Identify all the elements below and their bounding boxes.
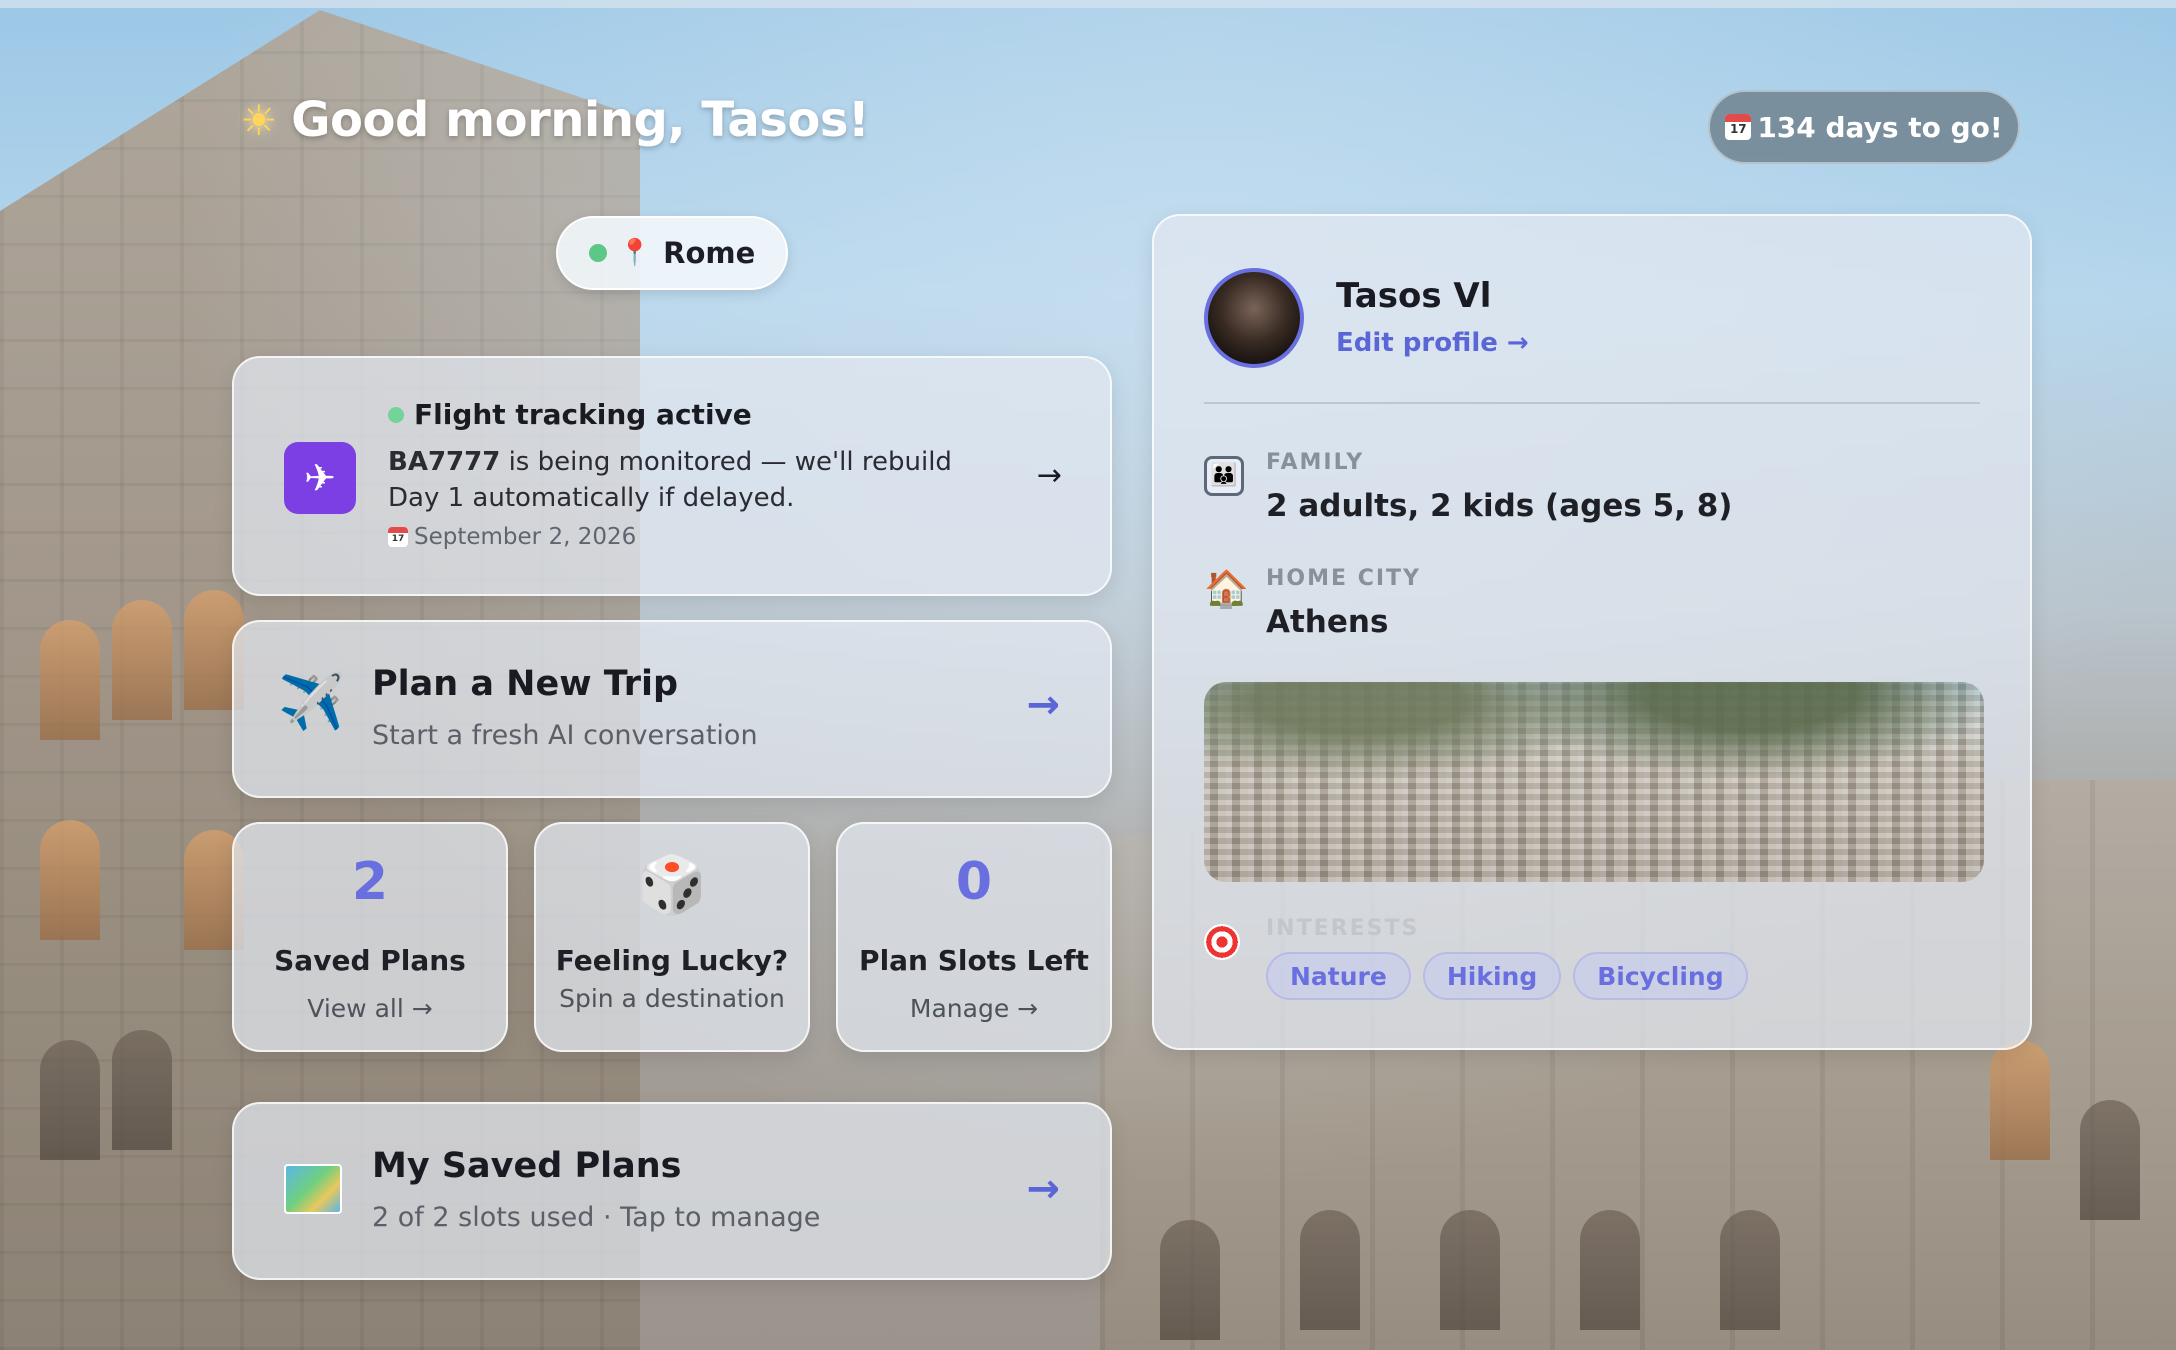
greeting-heading: ☀ Good morning, Tasos!	[240, 92, 870, 148]
home-city-value: Athens	[1266, 604, 1389, 640]
plan-new-trip-card[interactable]: ✈️ Plan a New Trip Start a fresh AI conv…	[232, 620, 1112, 798]
status-dot	[388, 406, 404, 423]
manage-link[interactable]: Manage →	[838, 994, 1110, 1023]
profile-name: Tasos Vl	[1336, 276, 1492, 316]
plan-slots-label: Plan Slots Left	[859, 944, 1089, 977]
arrow-right-icon: →	[1026, 682, 1060, 728]
location-status-dot	[588, 244, 607, 262]
calendar-icon: 17	[1725, 114, 1752, 140]
plane-icon: ✈	[284, 442, 356, 514]
map-icon	[284, 1164, 342, 1214]
flight-date-text: September 2, 2026	[414, 524, 637, 550]
my-saved-plans-card[interactable]: My Saved Plans 2 of 2 slots used · Tap t…	[232, 1102, 1112, 1280]
arrow-right-icon[interactable]: →	[1037, 458, 1062, 493]
spin-destination-text: Spin a destination	[559, 984, 785, 1013]
plan-new-subtitle: Start a fresh AI conversation	[372, 720, 758, 751]
target-icon	[1204, 924, 1240, 960]
flight-tracking-card[interactable]: ✈ Flight tracking active BA7777 is being…	[232, 356, 1112, 596]
interest-tag[interactable]: Hiking	[1422, 952, 1562, 1000]
home-city-label: HOME CITY	[1266, 566, 1421, 591]
family-icon: 👪	[1204, 456, 1244, 496]
family-label: FAMILY	[1266, 450, 1365, 475]
dice-icon: 🎲	[637, 853, 707, 918]
calendar-icon: 17	[388, 527, 408, 547]
profile-card: Tasos Vl Edit profile → 👪 FAMILY 2 adult…	[1152, 214, 2032, 1050]
my-saved-subtitle: 2 of 2 slots used · Tap to manage	[372, 1202, 821, 1233]
trip-countdown-badge: 17 134 days to go!	[1708, 90, 2020, 164]
home-city-photo	[1204, 682, 1984, 882]
location-pill[interactable]: 📍 Rome	[556, 216, 788, 290]
interest-tag[interactable]: Nature	[1266, 952, 1411, 1000]
interests-label: INTERESTS	[1266, 916, 1420, 941]
divider	[1204, 402, 1980, 404]
feeling-lucky-tile[interactable]: 🎲 Feeling Lucky? Spin a destination	[534, 822, 810, 1052]
interests-tags: Nature Hiking Bicycling	[1266, 952, 1748, 1000]
airplane-icon: ✈️	[278, 670, 346, 733]
flight-number: BA7777	[388, 447, 501, 477]
edit-profile-link[interactable]: Edit profile →	[1336, 328, 1529, 358]
flight-date: 17 September 2, 2026	[388, 524, 636, 550]
plan-slots-tile[interactable]: 0 Plan Slots Left Manage →	[836, 822, 1112, 1052]
feeling-lucky-label: Feeling Lucky?	[555, 944, 789, 977]
pin-icon: 📍	[618, 238, 652, 268]
countdown-text: 134 days to go!	[1757, 110, 2003, 144]
location-label: Rome	[663, 236, 756, 270]
sun-icon: ☀	[240, 95, 278, 145]
avatar	[1204, 268, 1304, 368]
home-icon: 🏠	[1204, 569, 1249, 610]
saved-plans-tile[interactable]: 2 Saved Plans View all →	[232, 822, 508, 1052]
flight-status: Flight tracking active	[388, 398, 752, 431]
greeting-text: Good morning, Tasos!	[291, 92, 870, 148]
family-value: 2 adults, 2 kids (ages 5, 8)	[1266, 488, 1733, 524]
saved-plans-count: 2	[351, 852, 389, 912]
flight-status-text: Flight tracking active	[414, 398, 752, 431]
flight-message: BA7777 is being monitored — we'll rebuil…	[388, 444, 988, 516]
plan-new-title: Plan a New Trip	[372, 664, 679, 704]
plan-slots-count: 0	[955, 852, 993, 912]
saved-plans-label: Saved Plans	[274, 944, 466, 977]
my-saved-title: My Saved Plans	[372, 1146, 682, 1186]
interest-tag[interactable]: Bicycling	[1573, 952, 1748, 1000]
arrow-right-icon: →	[1026, 1166, 1060, 1212]
view-all-link[interactable]: View all →	[234, 994, 506, 1023]
